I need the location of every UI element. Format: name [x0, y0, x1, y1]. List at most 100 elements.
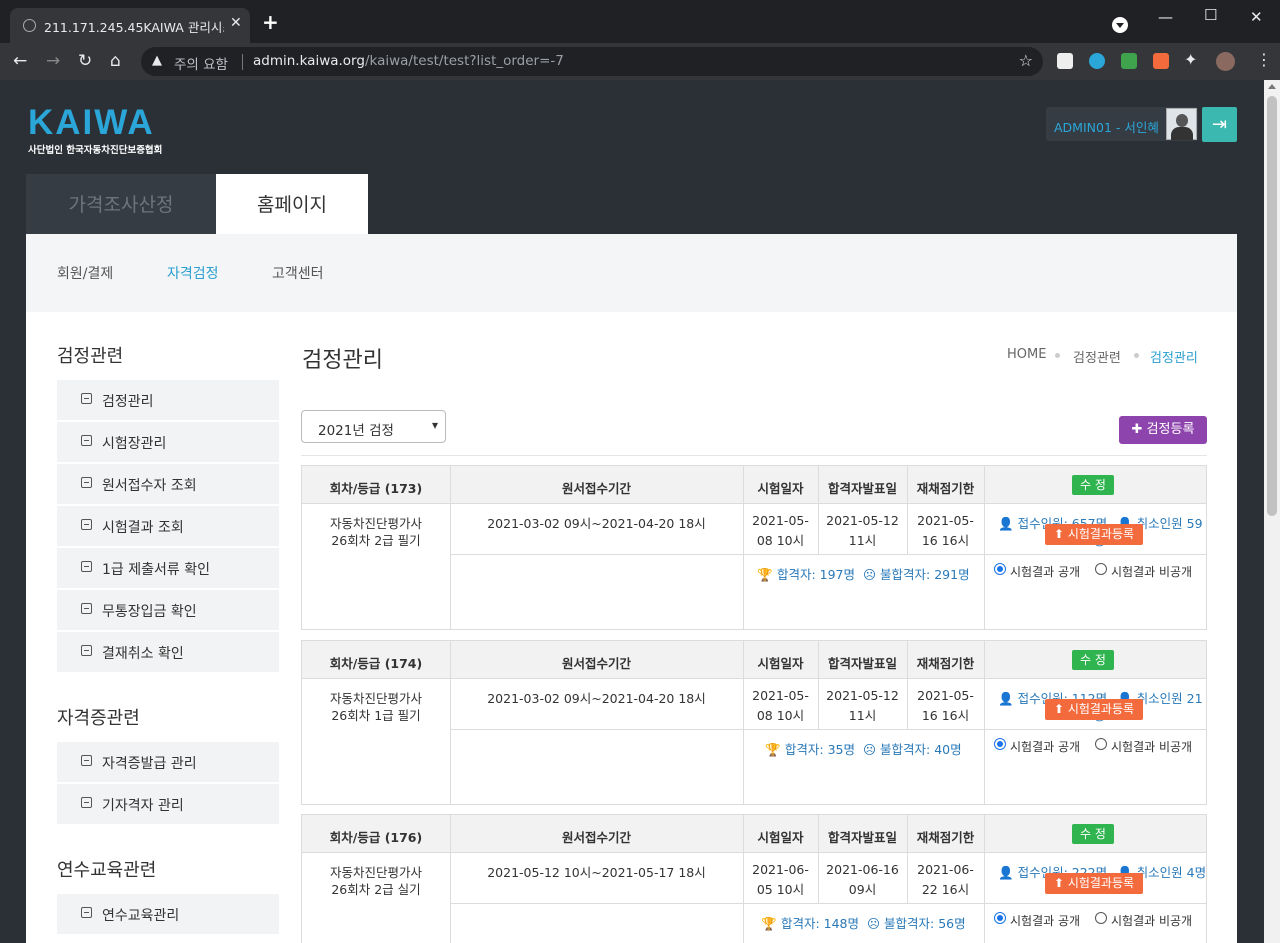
security-label: 주의 요함 — [174, 57, 228, 73]
tab-search-icon[interactable] — [1112, 17, 1128, 33]
extension-doc-icon[interactable] — [1057, 53, 1073, 69]
tab-price-survey[interactable]: 가격조사산정 — [26, 174, 216, 234]
reload-icon[interactable]: ↻ — [78, 51, 92, 71]
fail-count-link[interactable]: 불합격자: 40명 — [880, 742, 962, 757]
breadcrumb-section[interactable]: 검정관련 — [1073, 347, 1121, 366]
result-public-label[interactable]: 시험결과 공개 — [1010, 738, 1080, 755]
forward-icon[interactable]: → — [46, 51, 60, 71]
subnav-customer-center[interactable]: 고객센터 — [272, 263, 324, 283]
period-header: 원서접수기간 — [561, 656, 631, 671]
result-register-label: 시험결과등록 — [1067, 876, 1135, 890]
divider — [984, 641, 985, 804]
edit-button[interactable]: 수 정 — [1072, 824, 1114, 844]
sidebar-item-venue-manage[interactable]: 시험장관리 — [57, 422, 279, 462]
sidebar-item-test-manage[interactable]: 검정관리 — [57, 380, 279, 420]
extension-green-icon[interactable] — [1121, 53, 1137, 69]
recheck-header: 재채점기한 — [916, 656, 975, 671]
minimize-icon[interactable]: — — [1158, 8, 1173, 26]
tab-homepage[interactable]: 홈페이지 — [216, 174, 368, 234]
application-period: 2021-03-02 09시~2021-04-20 18시 — [487, 691, 706, 706]
extension-weather-icon[interactable] — [1089, 53, 1105, 69]
maximize-icon[interactable]: ☐ — [1204, 6, 1217, 24]
scrollbar[interactable] — [1264, 80, 1280, 943]
result-public-label[interactable]: 시험결과 공개 — [1010, 912, 1080, 929]
subnav-member-payment[interactable]: 회원/결제 — [57, 263, 113, 283]
bookmark-star-icon[interactable]: ☆ — [1019, 51, 1033, 70]
edit-button[interactable]: 수 정 — [1072, 650, 1114, 670]
breadcrumb-home[interactable]: HOME — [1007, 347, 1046, 362]
round-header: 회차/등급 (173) — [329, 481, 423, 496]
result-private-label[interactable]: 시험결과 비공개 — [1111, 738, 1192, 755]
sidebar-item-docs-check[interactable]: 1급 제출서류 확인 — [57, 548, 279, 588]
result-private-radio[interactable] — [1095, 563, 1107, 575]
fail-count-link[interactable]: 불합격자: 56명 — [884, 916, 966, 931]
cancel-count-link[interactable]: 취소인원 21 — [1137, 691, 1203, 706]
sidebar-item-applicant-search[interactable]: 원서접수자 조회 — [57, 464, 279, 504]
test-date-line1: 2021-06- — [752, 862, 809, 877]
user-plus-icon: 👤 — [998, 865, 1014, 880]
minus-square-icon — [81, 645, 92, 656]
result-private-radio[interactable] — [1095, 912, 1107, 924]
minus-square-icon — [81, 755, 92, 766]
sidebar-item-deposit-check[interactable]: 무통장입금 확인 — [57, 590, 279, 630]
announce-date-line2: 11시 — [848, 533, 877, 548]
result-public-label[interactable]: 시험결과 공개 — [1010, 563, 1080, 580]
result-public-radio[interactable] — [994, 738, 1006, 750]
result-register-button[interactable]: ⬆ 시험결과등록 — [1045, 873, 1143, 894]
recheck-date-line1: 2021-05- — [917, 688, 974, 703]
result-public-radio[interactable] — [994, 912, 1006, 924]
sidebar-item-license-issue[interactable]: 자격증발급 관리 — [57, 742, 279, 782]
breadcrumb-separator — [1055, 353, 1060, 358]
recheck-date-line1: 2021-05- — [917, 513, 974, 528]
sidebar-item-result-search[interactable]: 시험결과 조회 — [57, 506, 279, 546]
divider — [450, 903, 1206, 904]
pass-count-link[interactable]: 합격자: 197명 — [777, 567, 855, 582]
scrollbar-thumb[interactable] — [1267, 96, 1277, 516]
result-private-radio[interactable] — [1095, 738, 1107, 750]
sidebar-item-label: 검정관리 — [102, 394, 154, 410]
year-select[interactable]: 2021년 검정 ▾ — [301, 410, 446, 443]
pass-count-link[interactable]: 합격자: 35명 — [785, 742, 855, 757]
cancel-count-link[interactable]: 취소인원 59 — [1137, 516, 1203, 531]
address-bar[interactable]: ▲ 주의 요함 admin.kaiwa.org/kaiwa/test/test?… — [141, 47, 1043, 76]
add-test-button[interactable]: ✚ 검정등록 — [1119, 416, 1207, 444]
close-tab-icon[interactable]: ✕ — [230, 15, 242, 31]
browser-tab[interactable]: 211.171.245.45KAIWA 관리시스템 ✕ — [10, 8, 250, 43]
result-private-label[interactable]: 시험결과 비공개 — [1111, 912, 1192, 929]
result-counts: 🏆 합격자: 35명 ☹ 불합격자: 40명 — [743, 739, 984, 758]
home-icon[interactable]: ⌂ — [110, 51, 121, 71]
puzzle-icon[interactable]: ✦ — [1184, 50, 1197, 70]
user-label[interactable]: ADMIN01 - 서인혜 — [1054, 117, 1159, 136]
sidebar-section-title: 연수교육관련 — [57, 860, 157, 881]
kaiwa-logo[interactable]: KAIWA 사단법인 한국자동차진단보증협회 — [28, 105, 162, 156]
announce-date-line2: 09시 — [848, 882, 877, 897]
window-close-icon[interactable]: ✕ — [1250, 8, 1263, 26]
sidebar-section-title: 검정관련 — [57, 346, 124, 367]
result-register-button[interactable]: ⬆ 시험결과등록 — [1045, 699, 1143, 720]
result-public-radio[interactable] — [994, 563, 1006, 575]
main-panel: 회원/결제 자격검정 고객센터 검정관련 검정관리 시험장관리 원서접수자 조회… — [26, 234, 1237, 943]
pass-count-link[interactable]: 합격자: 148명 — [781, 916, 859, 931]
add-test-label: 검정등록 — [1146, 422, 1195, 437]
edit-button[interactable]: 수 정 — [1072, 475, 1114, 495]
back-icon[interactable]: ← — [13, 51, 27, 71]
divider — [242, 54, 243, 70]
sidebar-item-cancel-check[interactable]: 결재취소 확인 — [57, 632, 279, 672]
subnav-certification[interactable]: 자격검정 — [167, 263, 219, 283]
test-block: 회차/등급 (176) 원서접수기간 시험일자 합격자발표일 재채점기한 수 정 자동차진단… — [301, 814, 1207, 943]
profile-avatar[interactable] — [1216, 52, 1235, 71]
extension-orange-icon[interactable] — [1153, 53, 1169, 69]
result-register-button[interactable]: ⬆ 시험결과등록 — [1045, 524, 1143, 545]
result-private-label[interactable]: 시험결과 비공개 — [1111, 563, 1192, 580]
announce-header: 합격자발표일 — [827, 481, 897, 496]
sidebar-item-training-manage[interactable]: 연수교육관리 — [57, 894, 279, 934]
menu-icon[interactable]: ⋮ — [1256, 50, 1272, 70]
fail-count-link[interactable]: 불합격자: 291명 — [880, 567, 970, 582]
sad-face-icon: ☹ — [863, 742, 877, 757]
logout-button[interactable]: ⇥ — [1202, 107, 1237, 142]
sidebar-item-existing-holders[interactable]: 기자격자 관리 — [57, 784, 279, 824]
new-tab-button[interactable]: + — [262, 12, 279, 32]
cancel-count-link[interactable]: 취소인원 4명 — [1137, 865, 1206, 880]
scroll-up-icon[interactable] — [1268, 84, 1276, 89]
upload-icon: ⬆ — [1053, 527, 1064, 541]
